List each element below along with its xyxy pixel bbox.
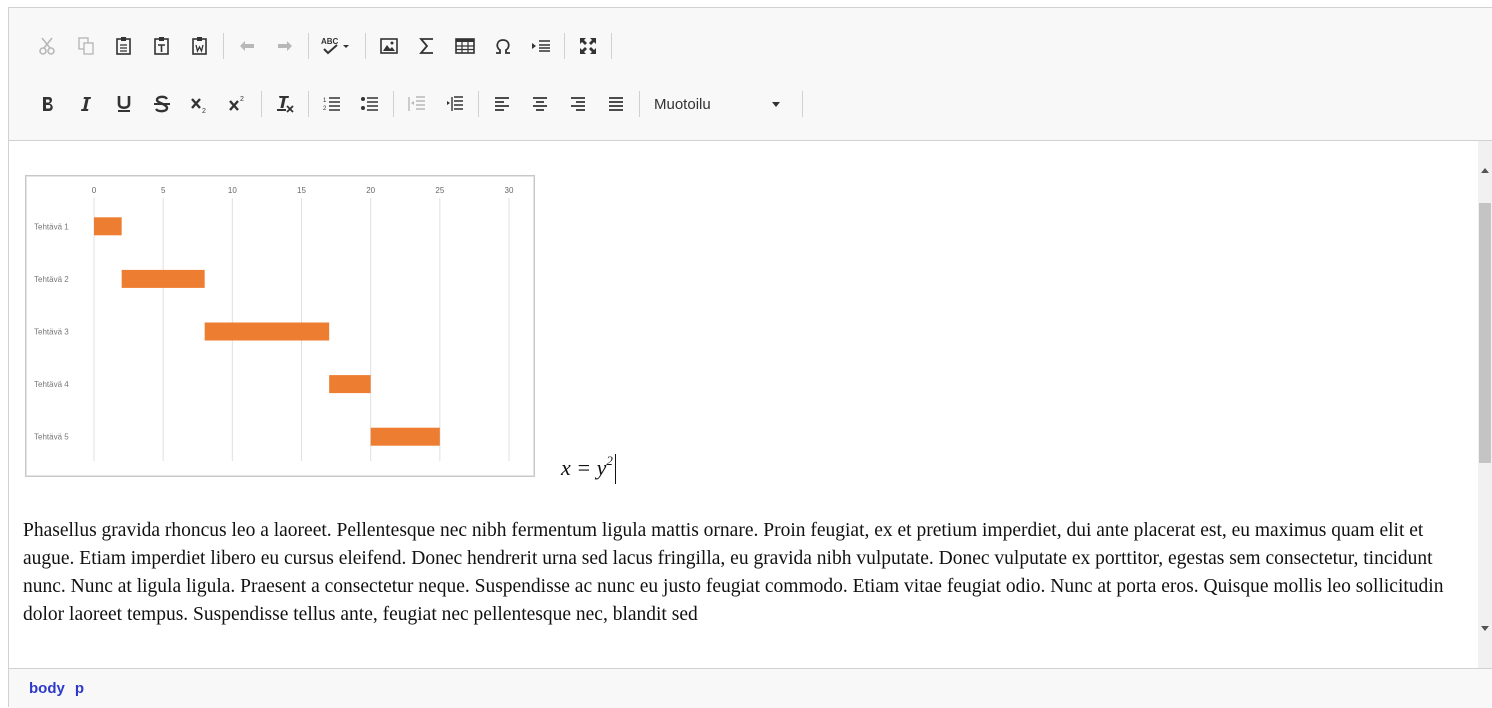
undo-icon[interactable] [230,29,264,63]
format-block-icon[interactable] [524,29,558,63]
bold-icon[interactable] [31,87,65,121]
bullet-list-icon[interactable] [353,87,387,121]
subscript-icon[interactable]: 2 [183,87,217,121]
align-left-icon[interactable] [485,87,519,121]
gantt-bar [370,427,440,446]
rich-text-editor: ABC 2 2 1 2 Muotoilu 0 5 10 15 20 25 30 … [8,7,1492,708]
x-tick-label: 20 [366,186,375,195]
gantt-bar [204,322,330,341]
image-icon[interactable] [372,29,406,63]
element-path-bar: body p [9,668,1492,708]
toolbar-separator [223,33,224,59]
align-right-icon[interactable] [561,87,595,121]
toolbar: ABC 2 2 1 2 Muotoilu [9,8,1492,141]
math-icon[interactable] [410,29,444,63]
scrollbar-thumb[interactable] [1479,203,1491,463]
scroll-down-icon[interactable] [1481,626,1489,631]
y-category-label: Tehtävä 1 [34,222,69,231]
remove-format-icon[interactable] [268,87,302,121]
toolbar-separator [393,91,394,117]
paste-icon[interactable] [107,29,141,63]
indent-icon[interactable] [438,87,472,121]
x-tick-label: 10 [228,186,237,195]
italic-icon[interactable] [69,87,103,121]
y-category-label: Tehtävä 2 [34,275,69,284]
align-justify-icon[interactable] [599,87,633,121]
copy-icon[interactable] [69,29,103,63]
cut-icon[interactable] [31,29,65,63]
body-paragraph[interactable]: Phasellus gravida rhoncus leo a laoreet.… [23,517,1468,629]
table-icon[interactable] [448,29,482,63]
underline-icon[interactable] [107,87,141,121]
toolbar-row-1: ABC [31,28,618,64]
x-tick-label: 0 [92,186,97,195]
numbered-list-icon[interactable]: 12 [315,87,349,121]
special-char-icon[interactable] [486,29,520,63]
math-base: x = y [561,455,607,480]
svg-text:1: 1 [323,98,327,104]
svg-text:2: 2 [323,106,327,112]
path-item-body[interactable]: body [29,680,65,697]
align-center-icon[interactable] [523,87,557,121]
gantt-chart: 0 5 10 15 20 25 30 Tehtävä 1 Tehtävä 2 Tehtävä 3 T… [34,186,514,461]
x-tick-label: 25 [435,186,444,195]
spellcheck-icon[interactable]: ABC [315,29,359,63]
toolbar-separator [365,33,366,59]
gantt-chart-image[interactable]: 0 5 10 15 20 25 30 Tehtävä 1 Tehtävä 2 Tehtävä 3 T… [25,175,535,477]
svg-text:2: 2 [240,96,244,103]
format-dropdown[interactable]: Muotoilu [646,87,796,121]
scroll-up-icon[interactable] [1481,168,1489,173]
toolbar-separator [261,91,262,117]
y-category-label: Tehtävä 5 [34,433,69,442]
y-category-label: Tehtävä 4 [34,380,69,389]
path-item-p[interactable]: p [75,680,84,697]
math-exponent: 2 [606,453,613,468]
toolbar-separator [564,33,565,59]
toolbar-separator [639,91,640,117]
text-caret [614,454,616,484]
strikethrough-icon[interactable] [145,87,179,121]
x-tick-label: 5 [161,186,166,195]
toolbar-separator [308,91,309,117]
svg-text:2: 2 [202,108,206,114]
superscript-icon[interactable]: 2 [221,87,255,121]
format-dropdown-label: Muotoilu [654,95,711,113]
maximize-icon[interactable] [571,29,605,63]
gantt-bar [329,375,371,394]
paste-word-icon[interactable] [183,29,217,63]
toolbar-separator [308,33,309,59]
x-tick-label: 15 [297,186,306,195]
outdent-icon[interactable] [400,87,434,121]
toolbar-row-2: 2 2 12 Muotoilu [31,86,809,122]
editor-content[interactable]: 0 5 10 15 20 25 30 Tehtävä 1 Tehtävä 2 Tehtävä 3 T… [9,141,1485,668]
chevron-down-icon [772,101,780,107]
math-formula[interactable]: x = y2 [561,453,616,484]
paste-text-icon[interactable] [145,29,179,63]
redo-icon[interactable] [268,29,302,63]
gantt-bar [121,269,205,288]
toolbar-separator [802,91,803,117]
toolbar-separator [478,91,479,117]
gantt-bar [94,217,122,236]
toolbar-separator [611,33,612,59]
y-category-label: Tehtävä 3 [34,328,69,337]
x-tick-label: 30 [505,186,514,195]
